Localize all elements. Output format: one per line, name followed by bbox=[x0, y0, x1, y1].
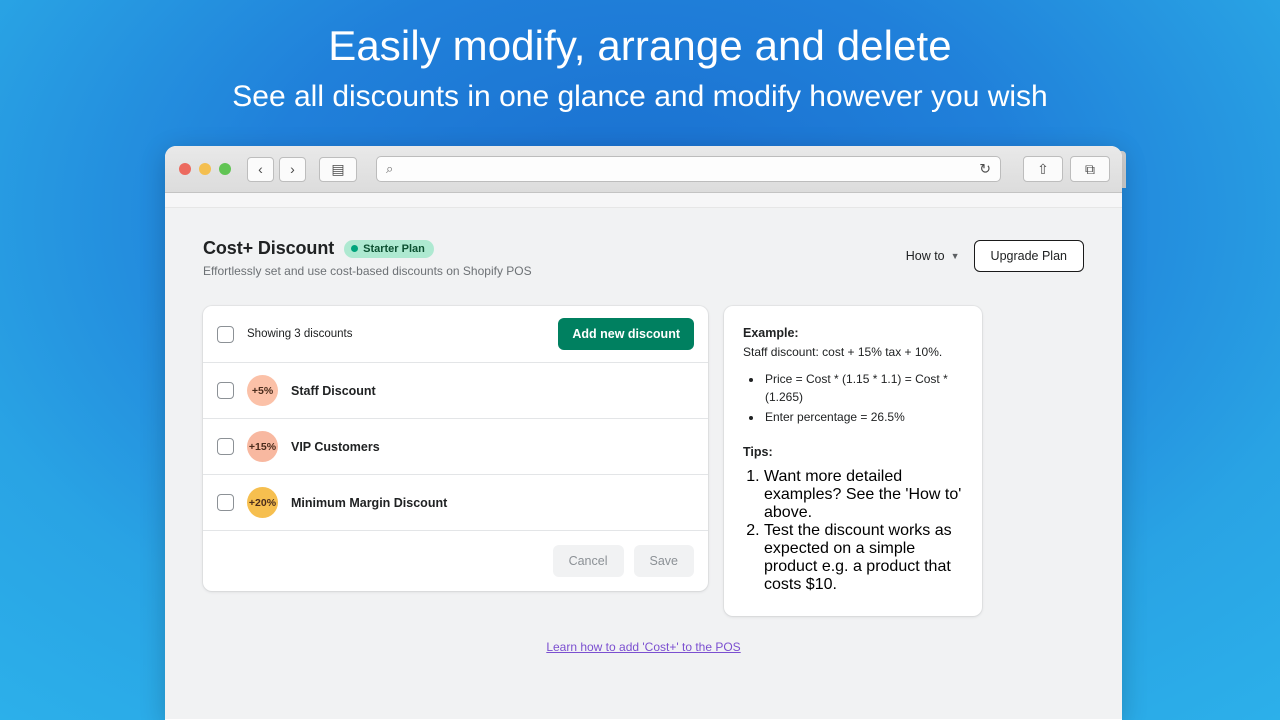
tips-list: Want more detailed examples? See the 'Ho… bbox=[764, 468, 963, 594]
chevron-left-icon: ‹ bbox=[258, 161, 263, 177]
minimize-window-button[interactable] bbox=[199, 163, 211, 175]
list-item: Test the discount works as expected on a… bbox=[764, 522, 963, 594]
bookmarks-strip bbox=[165, 193, 1122, 208]
row-checkbox[interactable] bbox=[217, 438, 234, 455]
example-heading: Example: bbox=[743, 326, 799, 340]
select-all-checkbox[interactable] bbox=[217, 325, 234, 343]
how-to-menu[interactable]: How to ▼ bbox=[906, 249, 960, 263]
percent-badge: +15% bbox=[247, 431, 278, 462]
learn-more-link[interactable]: Learn how to add 'Cost+' to the POS bbox=[546, 640, 740, 654]
content-columns: Showing 3 discounts Add new discount +5%… bbox=[203, 306, 1084, 616]
how-to-label: How to bbox=[905, 249, 945, 263]
tips-block: Tips: Want more detailed examples? See t… bbox=[743, 445, 963, 594]
sidebar-toggle-button[interactable]: ▤ bbox=[319, 156, 357, 182]
page-subtitle: Effortlessly set and use cost-based disc… bbox=[203, 264, 532, 278]
showing-count-label: Showing 3 discounts bbox=[247, 328, 353, 340]
toolbar-right-buttons: ⇧ ⧉ bbox=[1023, 156, 1110, 182]
save-button[interactable]: Save bbox=[633, 545, 694, 577]
promo-subtitle: See all discounts in one glance and modi… bbox=[232, 80, 1048, 114]
back-button[interactable]: ‹ bbox=[247, 156, 274, 182]
promo-banner: Easily modify, arrange and delete See al… bbox=[0, 0, 1280, 114]
discount-name: Staff Discount bbox=[291, 383, 376, 398]
browser-toolbar: ‹ › ▤ ⌕ ↻ ⇧ ⧉ bbox=[165, 146, 1122, 193]
example-bullet-list: Price = Cost * (1.15 * 1.1) = Cost * (1.… bbox=[763, 370, 963, 426]
row-checkbox[interactable] bbox=[217, 382, 234, 399]
chevron-right-icon: › bbox=[290, 161, 295, 177]
sidebar-icon: ▤ bbox=[331, 161, 345, 177]
example-text: Staff discount: cost + 15% tax + 10%. bbox=[743, 345, 943, 359]
percent-badge: +20% bbox=[247, 487, 278, 518]
discount-name: Minimum Margin Discount bbox=[291, 495, 448, 510]
row-checkbox[interactable] bbox=[217, 494, 234, 511]
tips-heading: Tips: bbox=[743, 445, 773, 459]
list-header: Showing 3 discounts Add new discount bbox=[203, 306, 708, 363]
title-row: Cost+ Discount Starter Plan bbox=[203, 238, 532, 259]
table-row[interactable]: +5% Staff Discount bbox=[203, 363, 708, 419]
browser-window: ‹ › ▤ ⌕ ↻ ⇧ ⧉ Cost+ Discount Starter Pla… bbox=[165, 146, 1122, 720]
chevron-down-icon: ▼ bbox=[950, 251, 960, 261]
upgrade-plan-button[interactable]: Upgrade Plan bbox=[973, 240, 1084, 272]
status-dot-icon bbox=[351, 245, 359, 252]
nav-buttons: ‹ › bbox=[247, 156, 306, 182]
page-title: Cost+ Discount bbox=[203, 238, 335, 258]
page-header-actions: How to ▼ Upgrade Plan bbox=[906, 238, 1084, 272]
list-item: Enter percentage = 26.5% bbox=[763, 408, 963, 426]
forward-button[interactable]: › bbox=[279, 156, 306, 182]
discount-list-card: Showing 3 discounts Add new discount +5%… bbox=[203, 306, 708, 591]
close-window-button[interactable] bbox=[179, 163, 191, 175]
promo-stage: Easily modify, arrange and delete See al… bbox=[0, 0, 1280, 720]
cancel-button[interactable]: Cancel bbox=[552, 545, 624, 577]
discount-name: VIP Customers bbox=[291, 439, 380, 454]
share-icon: ⇧ bbox=[1037, 161, 1049, 177]
add-new-discount-button[interactable]: Add new discount bbox=[558, 318, 694, 350]
search-icon: ⌕ bbox=[386, 161, 394, 176]
table-row[interactable]: +15% VIP Customers bbox=[203, 419, 708, 475]
promo-title: Easily modify, arrange and delete bbox=[328, 22, 952, 69]
page-header-left: Cost+ Discount Starter Plan Effortlessly… bbox=[203, 238, 532, 278]
status-badge-label: Starter Plan bbox=[363, 242, 425, 255]
footer-link-wrap: Learn how to add 'Cost+' to the POS bbox=[203, 638, 1084, 656]
zoom-window-button[interactable] bbox=[219, 163, 231, 175]
page-header: Cost+ Discount Starter Plan Effortlessly… bbox=[203, 238, 1084, 278]
list-footer: Cancel Save bbox=[203, 531, 708, 591]
traffic-lights bbox=[179, 163, 231, 175]
list-item: Price = Cost * (1.15 * 1.1) = Cost * (1.… bbox=[763, 370, 963, 406]
percent-badge: +5% bbox=[247, 375, 278, 406]
status-badge: Starter Plan bbox=[344, 239, 434, 258]
share-button[interactable]: ⇧ bbox=[1023, 156, 1063, 182]
table-row[interactable]: +20% Minimum Margin Discount bbox=[203, 475, 708, 531]
reload-icon[interactable]: ↻ bbox=[979, 161, 991, 178]
tabs-icon: ⧉ bbox=[1085, 161, 1095, 177]
address-bar[interactable]: ⌕ ↻ bbox=[376, 156, 1001, 182]
app-page: Cost+ Discount Starter Plan Effortlessly… bbox=[165, 208, 1122, 719]
tab-overview-button[interactable]: ⧉ bbox=[1070, 156, 1110, 182]
help-card: Example: Staff discount: cost + 15% tax … bbox=[724, 306, 982, 616]
list-item: Want more detailed examples? See the 'Ho… bbox=[764, 468, 963, 522]
